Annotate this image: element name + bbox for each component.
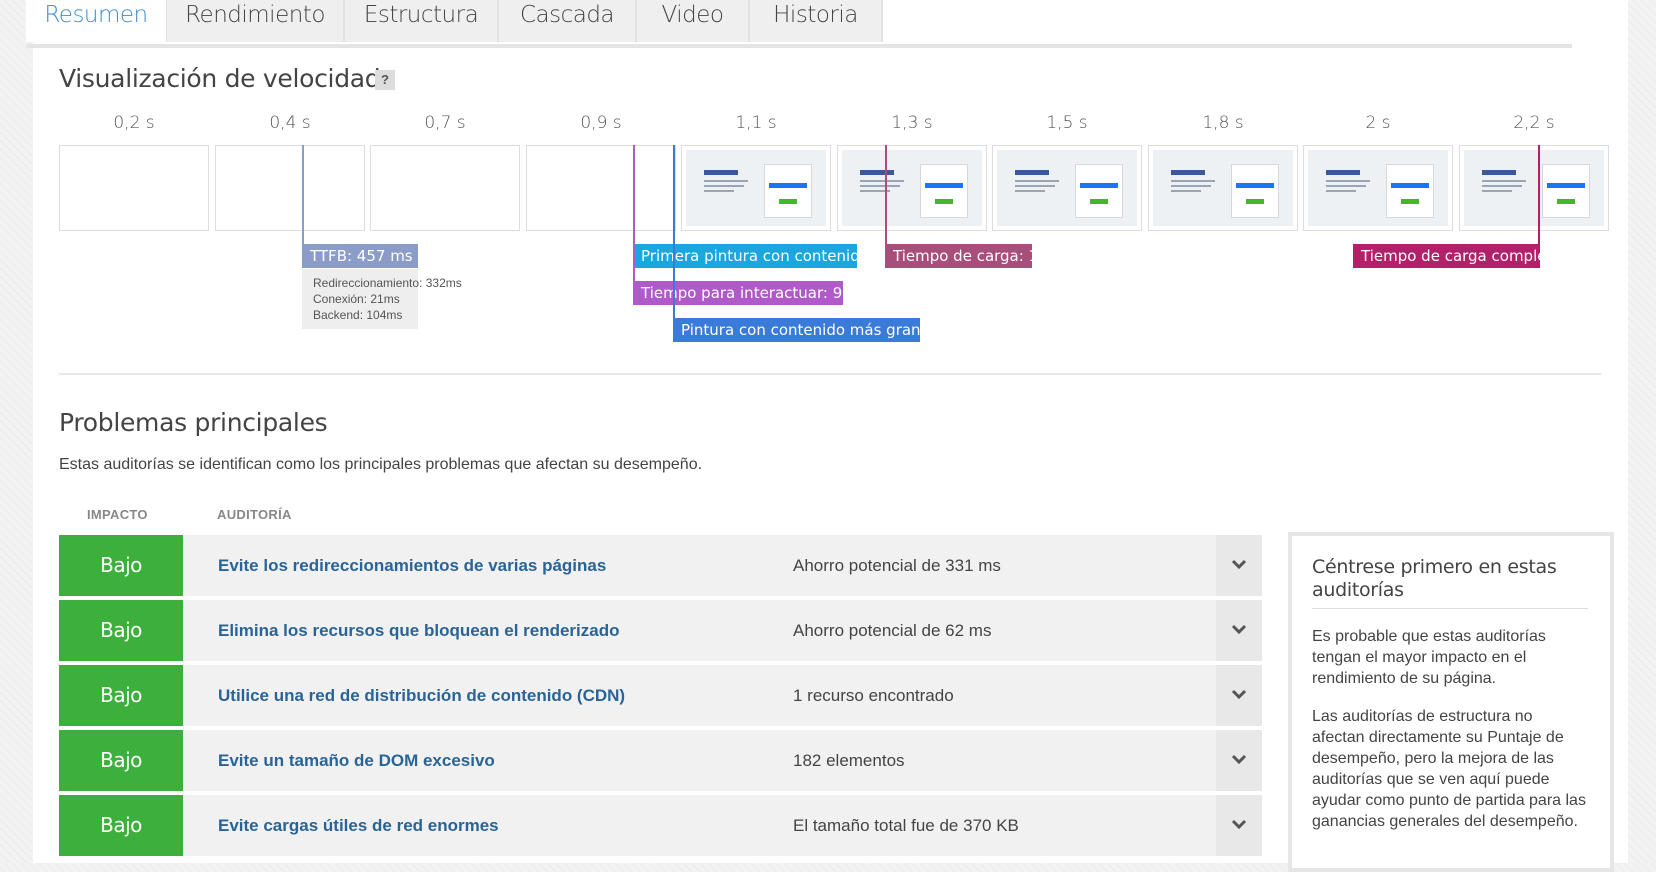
audit-title[interactable]: Evite los redireccionamientos de varias … — [218, 535, 606, 596]
audit-row[interactable]: Bajo Elimina los recursos que bloquean el… — [59, 600, 1262, 661]
speed-visualization-title: Visualización de velocidad — [59, 64, 381, 93]
fcp-marker-label: Primera pintura con contenido: — [633, 244, 857, 268]
audit-title[interactable]: Evite cargas útiles de red enormes — [218, 795, 499, 856]
filmstrip-frame[interactable] — [370, 145, 520, 231]
impact-badge: Bajo — [59, 600, 183, 661]
page-thumbnail — [997, 150, 1137, 226]
frame-time-label: 0,7 s — [424, 113, 466, 133]
section-divider — [59, 373, 1601, 375]
ttfb-breakdown: Redireccionamiento: 332ms Conexión: 21ms… — [302, 269, 462, 329]
expand-toggle[interactable] — [1216, 535, 1262, 596]
tti-marker-label: Tiempo para interactuar: 924 — [633, 281, 843, 305]
tab-resumen[interactable]: Resumen — [26, 0, 168, 42]
impact-badge: Bajo — [59, 535, 183, 596]
expand-toggle[interactable] — [1216, 795, 1262, 856]
filmstrip-frame[interactable] — [992, 145, 1142, 231]
lcp-marker-line — [673, 145, 675, 327]
expand-toggle[interactable] — [1216, 600, 1262, 661]
chevron-down-icon — [1231, 819, 1247, 830]
audit-row[interactable]: Bajo Evite un tamaño de DOM excesivo 182 e… — [59, 730, 1262, 791]
page-thumbnail — [686, 150, 826, 226]
filmstrip-frame[interactable] — [215, 145, 365, 231]
sidebar-title: Céntrese primero en estas auditorías — [1312, 556, 1557, 601]
tab-rendimiento[interactable]: Rendimiento — [167, 0, 345, 42]
tti-marker-line — [633, 145, 635, 290]
problems-intro: Estas auditorías se identifican como los… — [59, 456, 703, 473]
page-thumbnail — [1308, 150, 1448, 226]
lcp-marker-label: Pintura con contenido más grande — [673, 318, 920, 342]
expand-toggle[interactable] — [1216, 730, 1262, 791]
frame-time-label: 0,4 s — [269, 113, 311, 133]
focus-sidebar: Céntrese primero en estas auditorías Es … — [1288, 532, 1614, 872]
frame-time-label: 1,8 s — [1202, 113, 1244, 133]
audit-row[interactable]: Bajo Evite los redireccionamientos de var… — [59, 535, 1262, 596]
audit-row[interactable]: Bajo Utilice una red de distribución de c… — [59, 665, 1262, 726]
audit-row[interactable]: Bajo Evite cargas útiles de red enormes El… — [59, 795, 1262, 856]
report-tabs: Resumen Rendimiento Estructura Cascada V… — [26, 0, 1572, 48]
redirect-time: Redireccionamiento: 332ms — [313, 276, 462, 290]
tab-cascada[interactable]: Cascada — [499, 0, 637, 42]
filmstrip-frame[interactable] — [1303, 145, 1453, 231]
audit-title[interactable]: Utilice una red de distribución de conte… — [218, 665, 625, 726]
filmstrip-frame[interactable] — [681, 145, 831, 231]
audit-title[interactable]: Elimina los recursos que bloquean el ren… — [218, 600, 620, 661]
page-thumbnail — [1153, 150, 1293, 226]
frame-time-label: 1,5 s — [1046, 113, 1088, 133]
audit-savings: Ahorro potencial de 331 ms — [793, 556, 1001, 575]
sidebar-paragraph-2: Las auditorías de estructura no afectan … — [1312, 708, 1586, 830]
frame-time-label: 0,9 s — [580, 113, 622, 133]
impact-badge: Bajo — [59, 730, 183, 791]
chevron-down-icon — [1231, 754, 1247, 765]
tab-video[interactable]: Video — [637, 0, 750, 42]
ttfb-marker-label: TTFB: 457 ms — [302, 244, 418, 268]
frame-time-label: 1,1 s — [735, 113, 777, 133]
frame-time-label: 2 s — [1365, 113, 1391, 133]
audit-title[interactable]: Evite un tamaño de DOM excesivo — [218, 730, 495, 791]
filmstrip-frame[interactable] — [837, 145, 987, 231]
audit-savings: Ahorro potencial de 62 ms — [793, 621, 992, 640]
frame-time-label: 0,2 s — [113, 113, 155, 133]
connect-time: Conexión: 21ms — [313, 292, 400, 306]
ttfb-marker-line — [302, 145, 304, 255]
filmstrip-frame[interactable] — [1459, 145, 1609, 231]
tab-estructura[interactable]: Estructura — [345, 0, 499, 42]
sidebar-paragraph-1: Es probable que estas auditorías tengan … — [1312, 628, 1546, 687]
impact-badge: Bajo — [59, 665, 183, 726]
audit-savings: El tamaño total fue de 370 KB — [793, 816, 1019, 835]
chevron-down-icon — [1231, 689, 1247, 700]
filmstrip-frame[interactable] — [1148, 145, 1298, 231]
backend-time: Backend: 104ms — [313, 308, 403, 322]
chevron-down-icon — [1231, 624, 1247, 635]
filmstrip-frame[interactable] — [526, 145, 676, 231]
tab-historia[interactable]: Historia — [750, 0, 883, 42]
sidebar-divider — [1312, 608, 1588, 609]
fullyloaded-marker-line — [1538, 145, 1540, 255]
page-thumbnail — [1464, 150, 1604, 226]
impact-badge: Bajo — [59, 795, 183, 856]
page-thumbnail — [842, 150, 982, 226]
audit-savings: 182 elementos — [793, 751, 905, 770]
expand-toggle[interactable] — [1216, 665, 1262, 726]
frame-time-label: 2,2 s — [1513, 113, 1555, 133]
help-icon[interactable]: ? — [375, 70, 395, 90]
col-impact-header: IMPACTO — [87, 507, 148, 522]
audit-savings: 1 recurso encontrado — [793, 686, 954, 705]
frame-time-label: 1,3 s — [891, 113, 933, 133]
problems-title: Problemas principales — [59, 408, 328, 437]
fullyloaded-marker-label: Tiempo de carga complet — [1353, 244, 1540, 268]
chevron-down-icon — [1231, 559, 1247, 570]
onload-marker-label: Tiempo de carga: 1 — [885, 244, 1032, 268]
onload-marker-line — [885, 145, 887, 255]
filmstrip-frame[interactable] — [59, 145, 209, 231]
col-audit-header: AUDITORÍA — [217, 507, 292, 522]
